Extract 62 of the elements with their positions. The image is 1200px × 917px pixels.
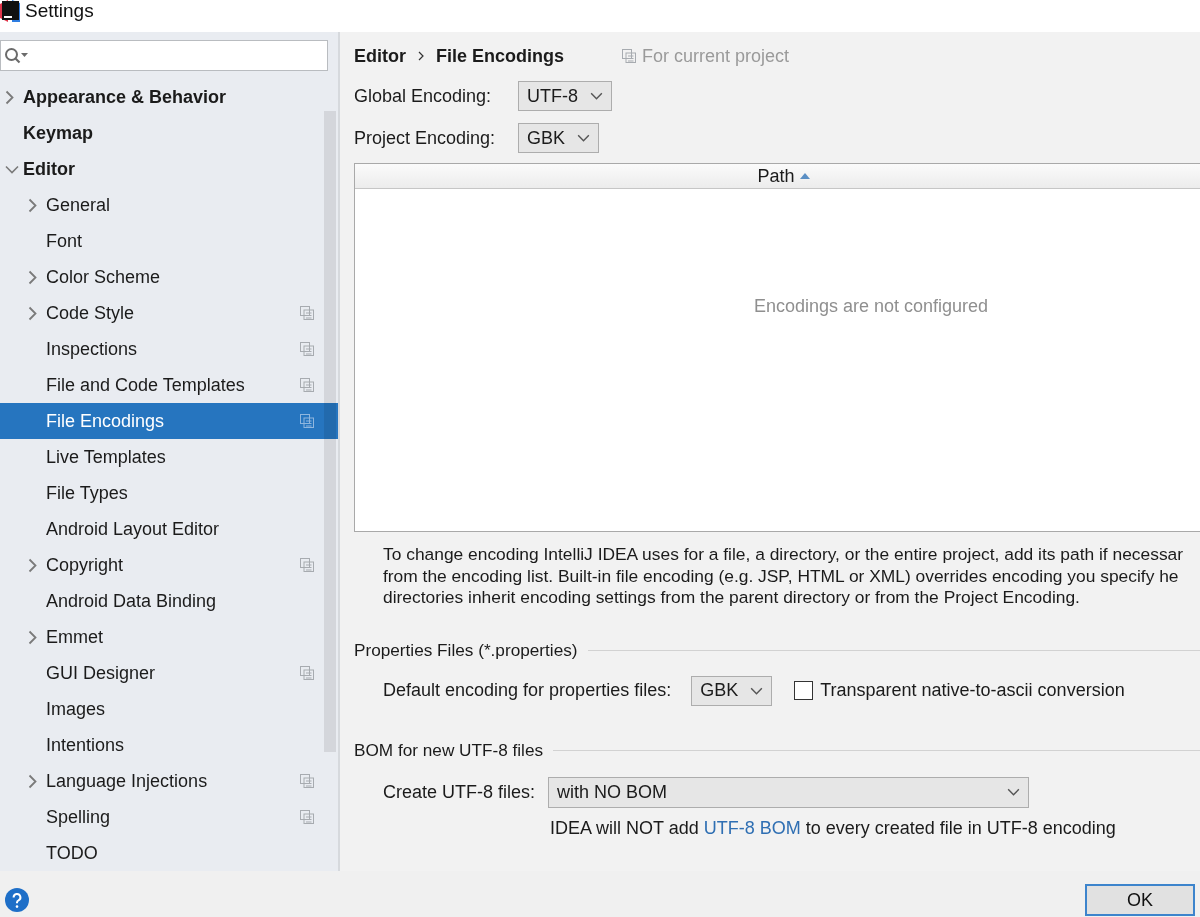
breadcrumb-item: File Encodings <box>436 45 564 67</box>
tree-item[interactable]: Android Data Binding <box>0 583 338 619</box>
tree-item[interactable]: Language Injections <box>0 763 338 799</box>
column-header[interactable]: Path <box>355 164 1200 188</box>
section-title: BOM for new UTF-8 files <box>354 740 544 761</box>
ok-button[interactable]: OK <box>1085 884 1195 916</box>
chevron-right-icon <box>28 773 37 789</box>
chevron-down-icon <box>750 686 764 695</box>
description-text: To change encoding IntelliJ IDEA uses for a file, a directory, or the entire project, add its path if necessar from the encoding list. Built-in file encoding (e.g. JSP, HTML or XML) overrides encoding you specify he directories inherit encoding settings from the parent directory or from the Project Encoding. <box>383 544 1184 609</box>
checkbox-label[interactable]: Transparent native-to-ascii conversion <box>820 680 1125 701</box>
chevron-down-icon <box>1007 788 1020 796</box>
tree-item[interactable]: TODO <box>0 835 338 871</box>
window-title: Settings <box>25 0 94 22</box>
chevron-right-icon <box>5 89 14 105</box>
tree-item[interactable]: File Encodings <box>0 403 338 439</box>
chevron-right-icon <box>28 197 37 213</box>
tree-item[interactable]: GUI Designer <box>0 655 338 691</box>
chevron-down-icon <box>577 134 590 142</box>
scope-note: For current project <box>642 45 790 67</box>
tree-item[interactable]: File Types <box>0 475 338 511</box>
tree-item[interactable]: Images <box>0 691 338 727</box>
tree-item[interactable]: Font <box>0 223 338 259</box>
empty-table-message: Encodings are not configured <box>753 296 989 317</box>
tree-item[interactable]: Inspections <box>0 331 338 367</box>
checkbox[interactable] <box>794 681 814 700</box>
chevron-right-icon <box>28 269 37 285</box>
tree-item[interactable]: Editor <box>0 151 338 187</box>
section-title: Properties Files (*.properties) <box>354 640 578 661</box>
breadcrumb-item: Editor <box>354 45 406 67</box>
tree-item[interactable]: Live Templates <box>0 439 338 475</box>
tree-item[interactable]: Spelling <box>0 799 338 835</box>
encoding-dropdown[interactable]: UTF-8 <box>518 81 612 111</box>
tree-item[interactable]: Color Scheme <box>0 259 338 295</box>
chevron-right-icon <box>28 629 37 645</box>
field-label: Default encoding for properties files: <box>383 680 672 701</box>
breadcrumb-separator-icon <box>418 51 424 61</box>
tree-item[interactable]: Copyright <box>0 547 338 583</box>
chevron-down-icon <box>5 164 19 174</box>
search-field[interactable] <box>0 40 328 71</box>
encoding-dropdown[interactable]: GBK <box>518 123 599 153</box>
scrollbar[interactable] <box>324 111 336 752</box>
tree-item[interactable]: Android Layout Editor <box>0 511 338 547</box>
encoding-dropdown[interactable]: GBK <box>691 675 773 706</box>
chevron-right-icon <box>28 557 37 573</box>
utf8-bom-link[interactable]: UTF-8 BOM <box>703 817 801 838</box>
field-label: Project Encoding: <box>354 127 497 149</box>
chevron-right-icon <box>28 305 37 321</box>
tree-item[interactable]: File and Code Templates <box>0 367 338 403</box>
field-label: Global Encoding: <box>354 85 493 107</box>
search-icon <box>4 46 28 65</box>
tree-item[interactable]: Keymap <box>0 115 338 151</box>
field-label: Create UTF-8 files: <box>383 781 537 803</box>
chevron-down-icon <box>590 92 603 100</box>
bom-note: IDEA will NOT add UTF-8 BOM to every created file in UTF-8 encoding <box>549 816 1116 839</box>
help-icon[interactable] <box>5 888 29 912</box>
tree-item[interactable]: Appearance & Behavior <box>0 79 338 115</box>
bom-dropdown[interactable]: with NO BOM <box>548 776 1029 808</box>
tree-item[interactable]: Code Style <box>0 295 338 331</box>
copy-icon <box>622 49 636 63</box>
tree-item[interactable]: Intentions <box>0 727 338 763</box>
tree-item[interactable]: Emmet <box>0 619 338 655</box>
tree-item[interactable]: General <box>0 187 338 223</box>
